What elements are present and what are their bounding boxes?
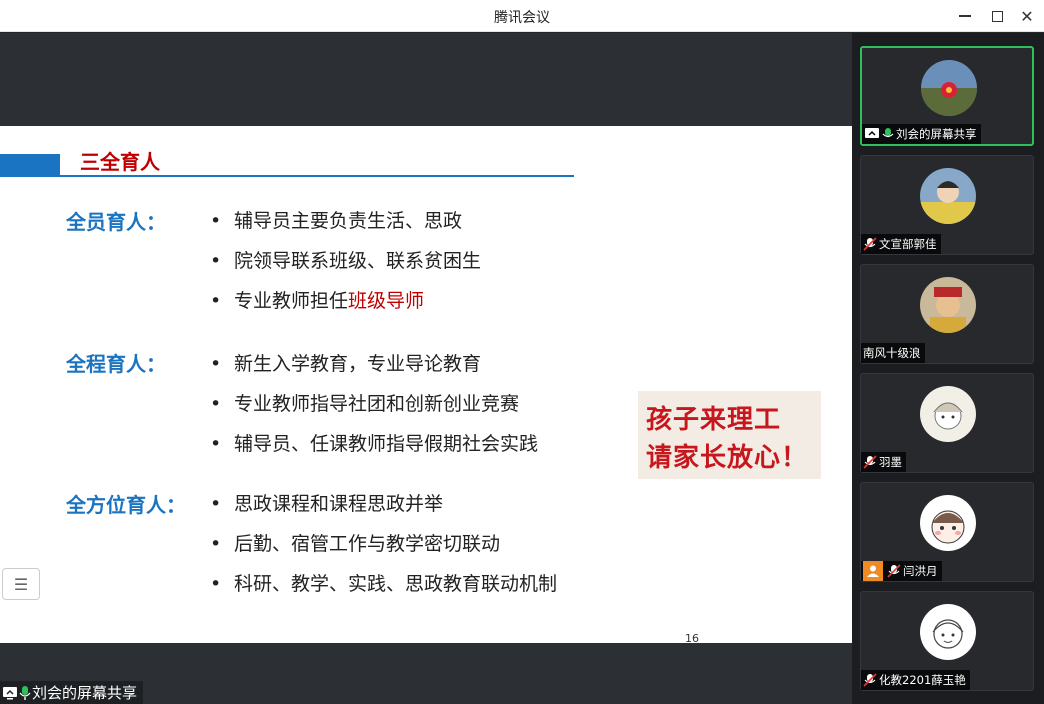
bullet-icon: • bbox=[210, 493, 222, 515]
bullet-icon: • bbox=[210, 210, 222, 232]
screen-share-icon bbox=[3, 686, 17, 699]
participant-label: 南风十级浪 bbox=[861, 343, 925, 363]
participant-tile[interactable]: 羽墨 bbox=[860, 373, 1034, 473]
minimize-button[interactable] bbox=[950, 4, 980, 28]
heading-accent-bar bbox=[0, 154, 60, 176]
mic-muted-icon bbox=[887, 564, 901, 578]
bullet-icon: • bbox=[210, 393, 222, 415]
participant-name: 羽墨 bbox=[879, 455, 902, 469]
participant-tile[interactable]: 南风十级浪 bbox=[860, 264, 1034, 364]
section-label: 全方位育人： bbox=[66, 493, 186, 517]
bullet-item: • 专业教师担任班级导师 bbox=[210, 286, 424, 313]
person-icon bbox=[863, 561, 883, 581]
list-menu-button[interactable]: ☰ bbox=[2, 568, 40, 600]
presentation-slide: 三全育人 全员育人： • 辅导员主要负责生活、思政 • 院领导联系班级、联系贫困生 … bbox=[0, 126, 852, 643]
participant-label: 刘会的屏幕共享 bbox=[862, 124, 981, 144]
bullet-text: 专业教师担任 bbox=[234, 290, 349, 312]
participant-name: 闫洪月 bbox=[903, 564, 938, 578]
heading-underline bbox=[0, 175, 574, 177]
highlight-text: 班级导师 bbox=[348, 290, 425, 312]
bullet-icon: • bbox=[210, 250, 222, 272]
bullet-text: 院领导联系班级、联系贫困生 bbox=[234, 250, 482, 272]
participant-panel: 刘会的屏幕共享 文宣部郭佳 南风十级浪 羽墨 闫洪月 化教2201薛玉艳 bbox=[852, 33, 1044, 704]
bullet-text: 后勤、宿管工作与教学密切联动 bbox=[234, 533, 501, 555]
maximize-button[interactable] bbox=[982, 4, 1012, 28]
bullet-text: 辅导员、任课教师指导假期社会实践 bbox=[234, 433, 539, 455]
close-icon: ✕ bbox=[1020, 6, 1034, 26]
screen-share-icon bbox=[865, 128, 879, 138]
title-bar: 腾讯会议 ✕ bbox=[0, 0, 1044, 32]
list-icon: ☰ bbox=[13, 574, 29, 594]
bullet-text: 思政课程和课程思政并举 bbox=[234, 493, 444, 515]
bullet-icon: • bbox=[210, 433, 222, 455]
bullet-item: • 新生入学教育，专业导论教育 bbox=[210, 349, 481, 376]
slide-heading: 三全育人 bbox=[80, 150, 160, 174]
bullet-item: • 思政课程和课程思政并举 bbox=[210, 489, 443, 516]
bullet-icon: • bbox=[210, 533, 222, 555]
window-title: 腾讯会议 bbox=[494, 10, 550, 26]
section-label: 全员育人： bbox=[66, 210, 166, 234]
participant-label: 化教2201薛玉艳 bbox=[861, 670, 970, 690]
participant-tile[interactable]: 文宣部郭佳 bbox=[860, 155, 1034, 255]
bullet-item: • 专业教师指导社团和创新创业竞赛 bbox=[210, 389, 519, 416]
bullet-icon: • bbox=[210, 290, 222, 312]
participant-label: 闫洪月 bbox=[861, 561, 942, 581]
mic-muted-icon bbox=[863, 455, 877, 469]
minimize-icon bbox=[959, 15, 971, 17]
slide-page-number: 16 bbox=[685, 632, 699, 643]
bullet-item: • 科研、教学、实践、思政教育联动机制 bbox=[210, 569, 557, 596]
bullet-item: • 辅导员主要负责生活、思政 bbox=[210, 206, 462, 233]
participant-name: 刘会的屏幕共享 bbox=[896, 127, 977, 141]
avatar bbox=[920, 277, 976, 333]
participant-name: 南风十级浪 bbox=[863, 346, 921, 360]
bullet-text: 专业教师指导社团和创新创业竞赛 bbox=[234, 393, 520, 415]
mic-icon bbox=[19, 685, 31, 700]
section-label: 全程育人： bbox=[66, 352, 166, 376]
screen-share-label: 刘会的屏幕共享 bbox=[0, 681, 144, 704]
bullet-text: 新生入学教育，专业导论教育 bbox=[234, 353, 482, 375]
bullet-icon: • bbox=[210, 573, 222, 595]
mic-muted-icon bbox=[863, 673, 877, 687]
participant-name: 化教2201薛玉艳 bbox=[879, 673, 966, 687]
avatar bbox=[920, 604, 976, 660]
participant-tile[interactable]: 刘会的屏幕共享 bbox=[860, 46, 1034, 146]
slogan-stamp: 孩子来理工 请家长放心！ bbox=[638, 391, 821, 479]
maximize-icon bbox=[991, 10, 1003, 22]
bullet-item: • 院领导联系班级、联系贫困生 bbox=[210, 246, 481, 273]
bullet-item: • 后勤、宿管工作与教学密切联动 bbox=[210, 529, 500, 556]
screen-share-view: 三全育人 全员育人： • 辅导员主要负责生活、思政 • 院领导联系班级、联系贫困生 … bbox=[0, 33, 852, 704]
slogan-line: 请家长放心！ bbox=[646, 443, 809, 473]
avatar bbox=[920, 495, 976, 551]
participant-label: 羽墨 bbox=[861, 452, 906, 472]
mic-icon bbox=[882, 128, 894, 138]
avatar bbox=[920, 168, 976, 224]
participant-tile[interactable]: 化教2201薛玉艳 bbox=[860, 591, 1034, 691]
close-button[interactable]: ✕ bbox=[1012, 4, 1042, 28]
avatar bbox=[921, 60, 977, 116]
bullet-text: 科研、教学、实践、思政教育联动机制 bbox=[234, 573, 558, 595]
bullet-icon: • bbox=[210, 353, 222, 375]
participant-name: 文宣部郭佳 bbox=[879, 237, 937, 251]
bullet-item: • 辅导员、任课教师指导假期社会实践 bbox=[210, 429, 538, 456]
share-label-text: 刘会的屏幕共享 bbox=[32, 684, 138, 702]
participant-tile[interactable]: 闫洪月 bbox=[860, 482, 1034, 582]
mic-muted-icon bbox=[863, 237, 877, 251]
slogan-line: 孩子来理工 bbox=[646, 405, 782, 435]
participant-label: 文宣部郭佳 bbox=[861, 234, 941, 254]
bullet-text: 辅导员主要负责生活、思政 bbox=[234, 210, 463, 232]
avatar bbox=[920, 386, 976, 442]
